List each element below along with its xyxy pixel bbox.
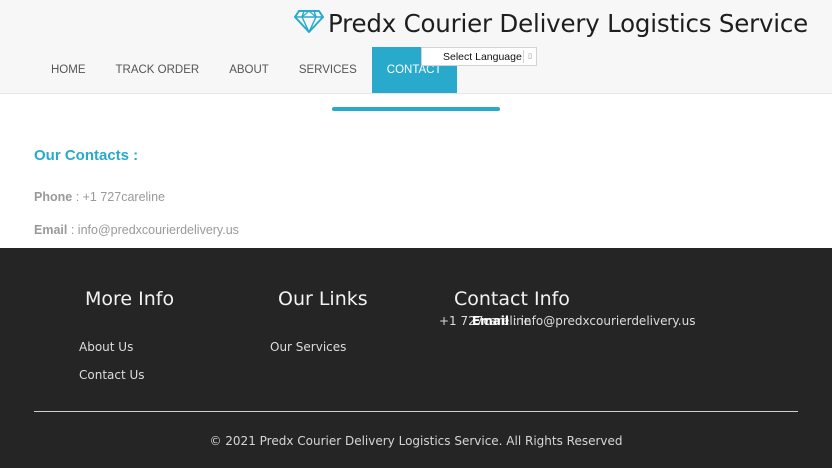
email-value: : info@predxcourierdelivery.us bbox=[70, 223, 239, 237]
email-label: Email bbox=[34, 223, 68, 237]
footer-email: Email : info@predxcourierdelivery.us bbox=[472, 314, 695, 328]
footer-email-value: : info@predxcourierdelivery.us bbox=[512, 314, 696, 328]
phone-label: Phone bbox=[34, 190, 73, 204]
brand[interactable]: Predx Courier Delivery Logistics Service bbox=[294, 6, 808, 40]
language-select[interactable]: Select Language ▯ bbox=[421, 47, 537, 66]
main-nav: HOME TRACK ORDER ABOUT SERVICES CONTACT bbox=[36, 47, 457, 93]
phone-value: : +1 727careline bbox=[75, 190, 165, 204]
footer-link-about-us[interactable]: About Us bbox=[79, 340, 133, 354]
footer-link-our-services[interactable]: Our Services bbox=[270, 340, 346, 354]
our-contacts-title: Our Contacts : bbox=[34, 147, 139, 164]
nav-home[interactable]: HOME bbox=[36, 47, 101, 93]
contact-email: Email : info@predxcourierdelivery.us bbox=[34, 223, 239, 237]
diamond-icon bbox=[294, 9, 328, 37]
nav-track-order[interactable]: TRACK ORDER bbox=[101, 47, 215, 93]
footer-email-label: Email bbox=[472, 314, 510, 328]
language-select-value: Select Language bbox=[443, 51, 522, 63]
footer-divider bbox=[34, 411, 798, 412]
nav-about[interactable]: ABOUT bbox=[214, 47, 284, 93]
footer-our-links-title: Our Links bbox=[278, 288, 368, 310]
footer-contact-info-title: Contact Info bbox=[454, 288, 570, 310]
footer-more-info-title: More Info bbox=[85, 288, 175, 310]
footer-link-contact-us[interactable]: Contact Us bbox=[79, 368, 145, 382]
site-header: Predx Courier Delivery Logistics Service… bbox=[0, 0, 832, 94]
copyright-text: © 2021 Predx Courier Delivery Logistics … bbox=[209, 434, 623, 448]
nav-services[interactable]: SERVICES bbox=[284, 47, 372, 93]
chevron-down-icon: ▯ bbox=[523, 50, 536, 63]
brand-name: Predx Courier Delivery Logistics Service bbox=[328, 8, 809, 38]
site-footer: More Info About Us Contact Us Our Links … bbox=[0, 248, 832, 468]
contact-phone: Phone : +1 727careline bbox=[34, 190, 165, 204]
section-accent-bar bbox=[332, 107, 500, 111]
